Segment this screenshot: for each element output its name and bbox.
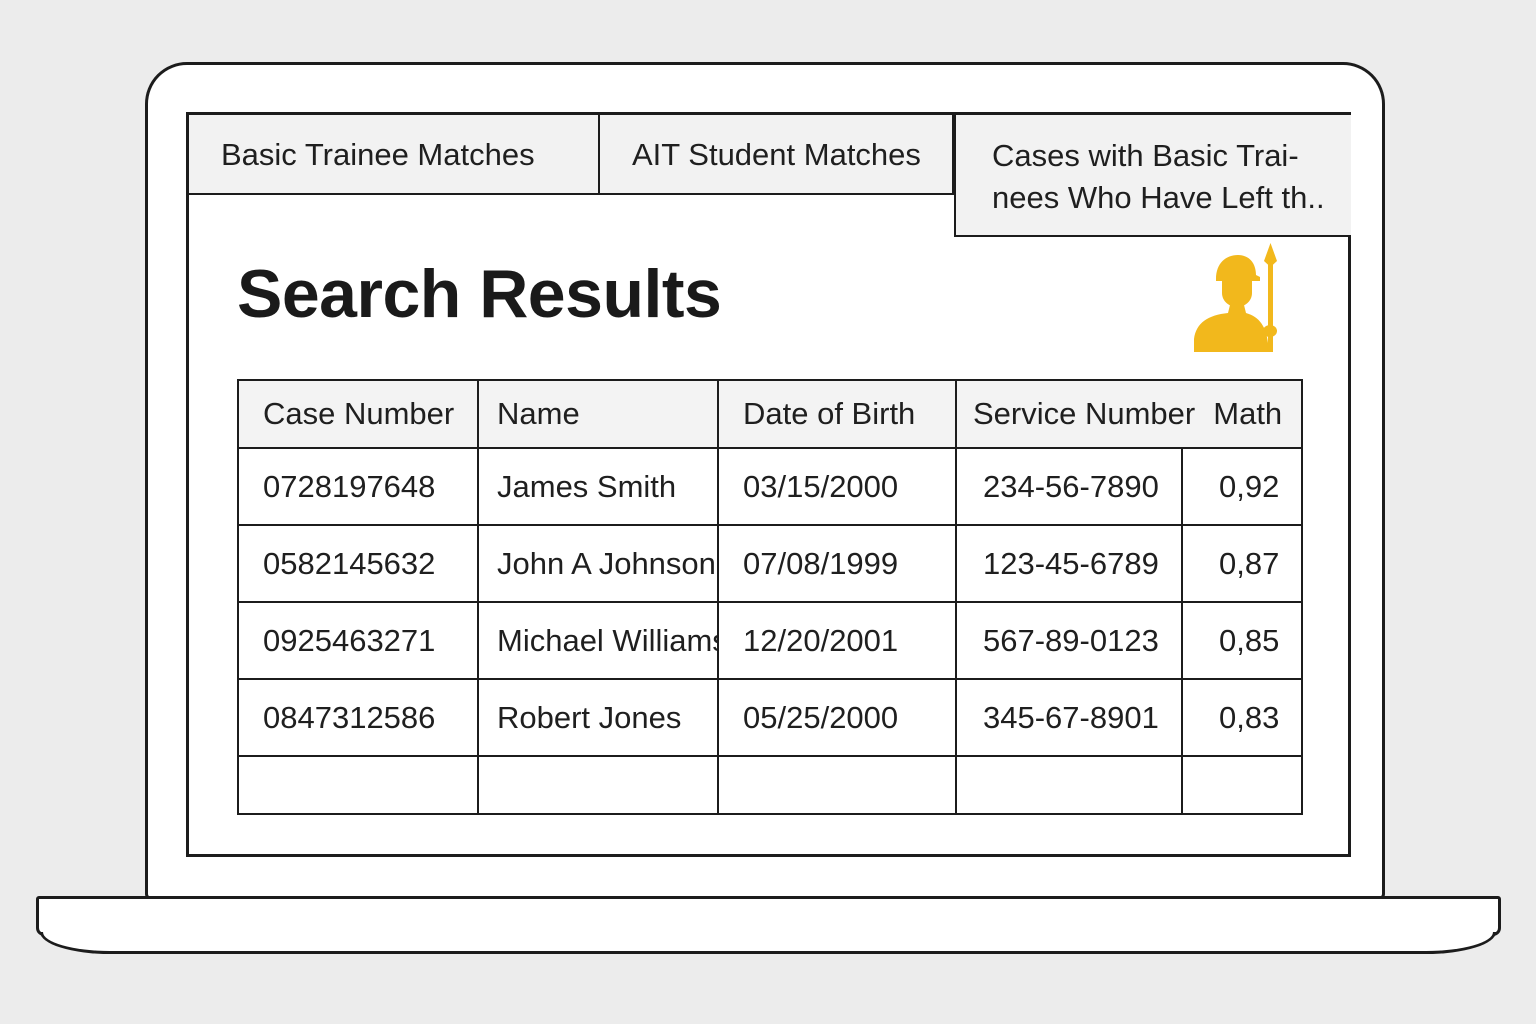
- tab-bar: Basic Trainee Matches AIT Student Matche…: [189, 115, 1351, 237]
- cell-empty: [957, 757, 1183, 813]
- column-header-case-number[interactable]: Case Number: [239, 381, 479, 447]
- cell-service-number: 123-45-6789: [957, 526, 1183, 601]
- table-row[interactable]: 0925463271 Michael Williams 12/20/2001 5…: [239, 603, 1301, 680]
- cell-math: 0,87: [1219, 545, 1280, 581]
- table-row[interactable]: 0728197648 James Smith 03/15/2000 234-56…: [239, 449, 1301, 526]
- tab-label-line-1: Cases with Basic Trai-: [992, 138, 1299, 173]
- cell-date-of-birth: 12/20/2001: [719, 603, 957, 678]
- cell-case-number: 0847312586: [239, 680, 479, 755]
- table-header-row: Case Number Name Date of Birth Service N…: [239, 381, 1301, 449]
- table-row[interactable]: 0582145632 John A Johnson 07/08/1999 123…: [239, 526, 1301, 603]
- cell-math: 0,92: [1219, 468, 1280, 504]
- cell-date-of-birth: 03/15/2000: [719, 449, 957, 524]
- column-header-service-number[interactable]: Service Number: [973, 396, 1195, 432]
- cell-name: James Smith: [479, 449, 719, 524]
- table-row[interactable]: 0847312586 Robert Jones 05/25/2000 345-6…: [239, 680, 1301, 757]
- table-row-empty: [239, 757, 1301, 813]
- tab-basic-trainee-matches[interactable]: Basic Trainee Matches: [189, 115, 600, 195]
- column-header-date-of-birth[interactable]: Date of Birth: [719, 381, 957, 447]
- cell-service-number: 234-56-7890: [957, 449, 1183, 524]
- tab-label-line-2: nees Who Have Left th..: [992, 180, 1325, 215]
- cell-case-number: 0728197648: [239, 449, 479, 524]
- laptop-base-lip: [40, 932, 1496, 954]
- cell-empty: [1183, 757, 1301, 813]
- cell-empty: [719, 757, 957, 813]
- cell-service-number: 345-67-8901: [957, 680, 1183, 755]
- cell-service-number: 567-89-0123: [957, 603, 1183, 678]
- cell-name: Michael Williams: [479, 603, 719, 678]
- tab-cases-basic-trainees-left[interactable]: Cases with Basic Trai- nees Who Have Lef…: [954, 115, 1351, 237]
- cell-empty: [239, 757, 479, 813]
- app-window: Basic Trainee Matches AIT Student Matche…: [186, 112, 1351, 857]
- cell-name: John A Johnson: [479, 526, 719, 601]
- cell-name: Robert Jones: [479, 680, 719, 755]
- tab-ait-student-matches[interactable]: AIT Student Matches: [600, 115, 954, 195]
- cell-date-of-birth: 07/08/1999: [719, 526, 957, 601]
- column-header-name[interactable]: Name: [479, 381, 719, 447]
- laptop-base: [36, 896, 1501, 936]
- results-table: Case Number Name Date of Birth Service N…: [237, 379, 1303, 815]
- cell-empty: [479, 757, 719, 813]
- column-header-group: Service Number Math: [957, 381, 1301, 447]
- soldier-with-spear-icon: [1194, 243, 1277, 352]
- cell-case-number: 0582145632: [239, 526, 479, 601]
- column-header-math[interactable]: Math: [1213, 396, 1282, 432]
- cell-math: 0,85: [1219, 622, 1280, 658]
- cell-math: 0,83: [1219, 699, 1280, 735]
- page-title: Search Results: [237, 256, 722, 332]
- cell-date-of-birth: 05/25/2000: [719, 680, 957, 755]
- cell-case-number: 0925463271: [239, 603, 479, 678]
